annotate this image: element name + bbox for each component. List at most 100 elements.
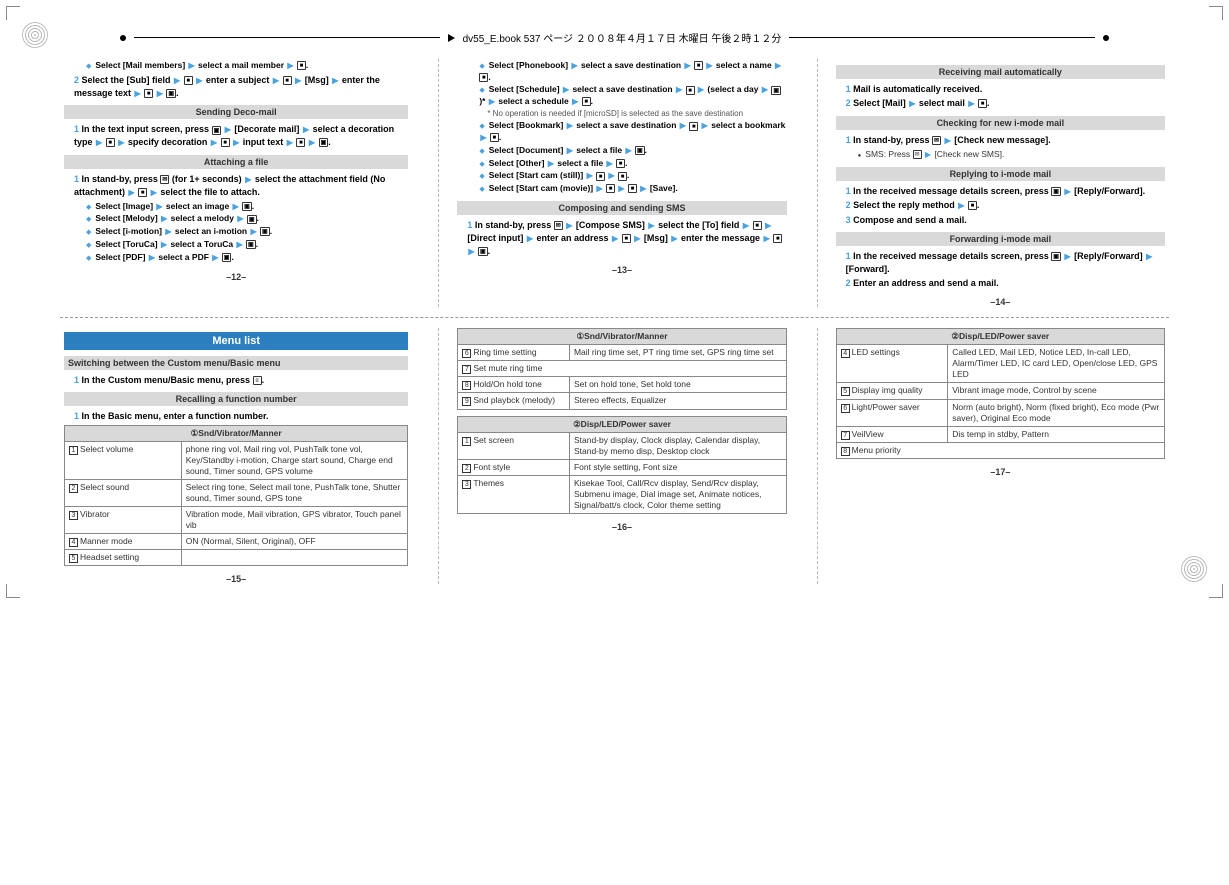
table-row: 7Set mute ring time [458,361,786,377]
table-cell-key: 2Select sound [65,479,182,506]
page-number: –16– [457,522,786,532]
center-key-icon: ■ [296,138,305,147]
table-cell-key: 9Snd playbck (melody) [458,393,570,409]
center-key-icon: ■ [184,76,193,85]
page-sheet: dv55_E.book 537 ページ ２００８年４月１７日 木曜日 午後２時１… [0,0,1229,604]
panel-16: ①Snd/Vibrator/Manner 6Ring time settingM… [438,328,790,584]
step-deco: 1 In the text input screen, press ▣ ▶ [D… [74,123,408,149]
bullet-item: Select [ToruCa] ▶ select a ToruCa ▶ ▣. [86,239,408,251]
camera-key-icon: ▣ [242,202,252,211]
mail-key-icon: ✉ [160,175,169,184]
heading-recv-auto: Receiving mail automatically [836,65,1165,79]
table-cell-key: 1Select volume [65,441,182,479]
center-key-icon: ■ [616,159,625,168]
heading-recall-fn: Recalling a function number [64,392,408,406]
table-title: ②Disp/LED/Power saver [836,329,1164,345]
table-title: ①Snd/Vibrator/Manner [458,329,786,345]
center-key-icon: ■ [596,172,605,181]
center-key-icon: ■ [694,61,703,70]
table-snd-vibrator: ①Snd/Vibrator/Manner 1Select volumephone… [64,425,408,566]
center-key-icon: ■ [622,234,631,243]
crop-mark [6,6,20,20]
bullet-item: Select [Mail members] ▶ select a mail me… [86,60,408,72]
table-cell-value: Stereo effects, Equalizer [569,393,786,409]
heading-switch-menu: Switching between the Custom menu/Basic … [64,356,408,370]
attach-bullets: Select [Image] ▶ select an image ▶ ▣.Sel… [64,201,408,264]
step-compose-sms: 1 In stand-by, press ✉ ▶ [Compose SMS] ▶… [467,219,786,257]
camera-key-icon: ▣ [1051,187,1061,196]
table-cell-key: 4LED settings [836,345,948,383]
table-cell-value: phone ring vol, Mail ring vol, PushTalk … [181,441,408,479]
header-text: dv55_E.book 537 ページ ２００８年４月１７日 木曜日 午後２時１… [463,30,782,45]
crop-mark [1209,584,1223,598]
step-reply-1: 1 In the received message details screen… [846,185,1165,198]
heading-sending-deco: Sending Deco-mail [64,105,408,119]
center-key-icon: ■ [221,138,230,147]
multi-key-icon: ≡ [253,376,262,385]
camera-key-icon: ▣ [260,227,270,236]
page-number: –12– [64,272,408,282]
bullet-item: Select [Start cam (still)] ▶ ■ ▶ ■. [479,170,786,182]
step-check: 1 In stand-by, press ✉ ▶ [Check new mess… [846,134,1165,147]
table-row: 4LED settingsCalled LED, Mail LED, Notic… [836,345,1164,383]
heading-reply: Replying to i-mode mail [836,167,1165,181]
camera-key-icon: ▣ [166,89,176,98]
table-cell-value: Font style setting, Font size [569,459,786,475]
page-number: –17– [836,467,1165,477]
step-recall: 1 In the Basic menu, enter a function nu… [74,410,408,422]
table-cell-key: 8Hold/On hold tone [458,377,570,393]
center-key-icon: ■ [753,221,762,230]
heading-forward: Forwarding i-mode mail [836,232,1165,246]
crop-mark [1209,6,1223,20]
camera-key-icon: ▣ [771,86,781,95]
center-key-icon: ■ [144,89,153,98]
bullet-item: Select [PDF] ▶ select a PDF ▶ ▣. [86,252,408,264]
center-key-icon: ■ [686,86,695,95]
camera-key-icon: ▣ [1051,252,1061,261]
bullet-item: Select [Other] ▶ select a file ▶ ■. [479,158,786,170]
heading-attaching-file: Attaching a file [64,155,408,169]
table-cell-value: Select ring tone, Select mail tone, Push… [181,479,408,506]
mail-members-bullets: Select [Mail members] ▶ select a mail me… [64,60,408,72]
registration-mark [1181,556,1207,582]
table-cell-key: 6Light/Power saver [836,399,948,426]
center-key-icon: ■ [490,133,499,142]
step-switch: 1 In the Custom menu/Basic menu, press ≡… [74,374,408,386]
step-recv-1: 1 Mail is automatically received. [846,83,1165,95]
center-key-icon: ■ [968,201,977,210]
step-fwd-2: 2 Enter an address and send a mail. [846,277,1165,289]
table-row: 9Snd playbck (melody)Stereo effects, Equ… [458,393,786,409]
header-arrow-icon [448,34,455,42]
table-row: 8Menu priority [836,442,1164,458]
center-key-icon: ■ [106,138,115,147]
save-dest-bullets: Select [Phonebook] ▶ select a save desti… [457,60,786,195]
table-cell-key: 3Vibrator [65,506,182,533]
registration-mark [22,22,48,48]
camera-key-icon: ▣ [222,253,232,262]
table-cell-value: ON (Normal, Silent, Original), OFF [181,533,408,549]
center-key-icon: ■ [606,184,615,193]
step-recv-2: 2 Select [Mail] ▶ select mail ▶ ■. [846,97,1165,110]
bullet-item: Select [Phonebook] ▶ select a save desti… [479,60,786,83]
heading-compose-sms: Composing and sending SMS [457,201,786,215]
center-key-icon: ■ [628,184,637,193]
table-row: 2Select soundSelect ring tone, Select ma… [65,479,408,506]
table-row: 1Select volumephone ring vol, Mail ring … [65,441,408,479]
step-reply-3: 3 Compose and send a mail. [846,214,1165,226]
table-cell-value: Kisekae Tool, Call/Rcv display, Send/Rcv… [569,475,786,513]
step-sub-field: 2 Select the [Sub] field ▶ ■ ▶ enter a s… [74,74,408,100]
top-row: Select [Mail members] ▶ select a mail me… [60,59,1169,307]
camera-key-icon: ▣ [246,240,256,249]
table-row: 4Manner modeON (Normal, Silent, Original… [65,533,408,549]
header-line [789,37,1095,38]
center-key-icon: ■ [283,76,292,85]
table-cell-key: 6Ring time setting [458,345,570,361]
page-number: –15– [64,574,408,584]
table-cell-key: 3Themes [458,475,570,513]
table-cell-key: 2Font style [458,459,570,475]
table-cell-value: Set on hold tone, Set hold tone [569,377,786,393]
table-cell: 8Menu priority [836,442,1164,458]
center-key-icon: ■ [618,172,627,181]
panel-17: ②Disp/LED/Power saver 4LED settingsCalle… [817,328,1169,584]
table-row: 6Ring time settingMail ring time set, PT… [458,345,786,361]
